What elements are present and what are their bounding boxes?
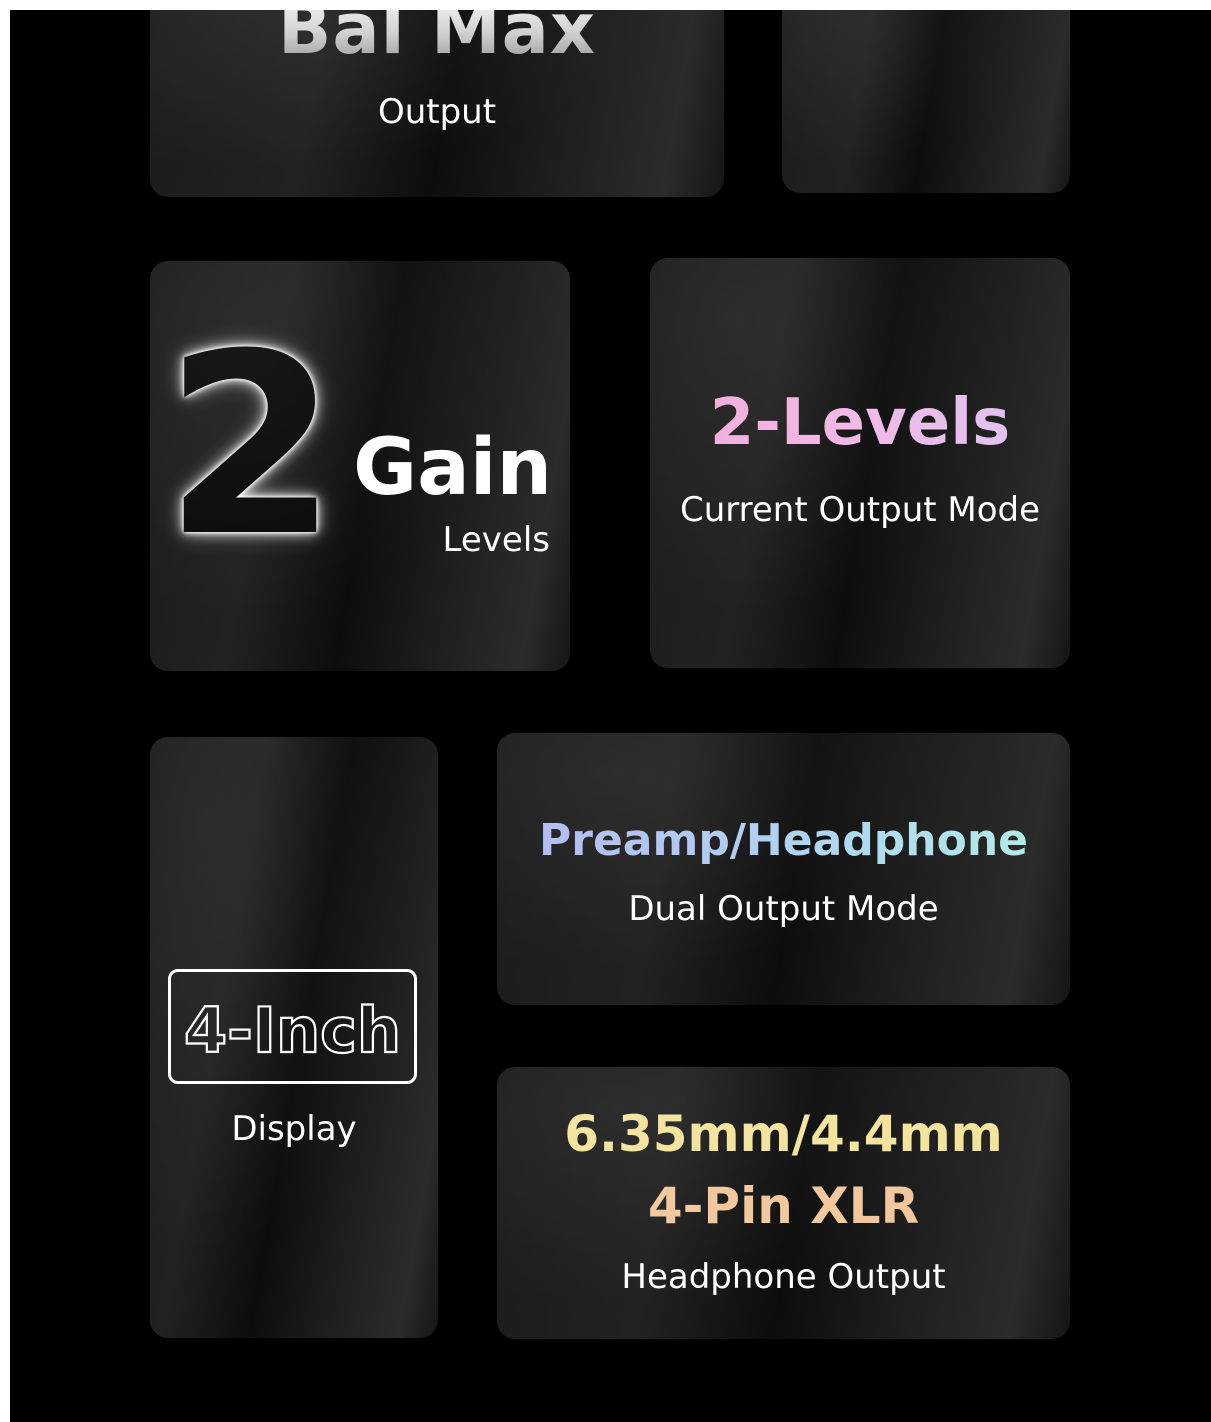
headphone-jack-sizes: 6.35mm/4.4mm (564, 1105, 1003, 1163)
display-subtitle: Display (231, 1109, 357, 1149)
dual-mode-subtitle: Dual Output Mode (628, 889, 939, 929)
headphone-xlr: 4-Pin XLR (647, 1177, 920, 1235)
bal-max-title: Bal Max (150, 10, 724, 70)
gain-title: Gain (353, 423, 552, 513)
current-mode-subtitle: Current Output Mode (679, 490, 1041, 530)
current-output-mode-card: 2-Levels Current Output Mode (650, 258, 1070, 668)
display-title-box: 4-Inch (168, 969, 417, 1084)
display-card: 4-Inch Display (150, 737, 438, 1338)
headphone-output-subtitle: Headphone Output (621, 1257, 946, 1297)
headphone-output-card: 6.35mm/4.4mm 4-Pin XLR Headphone Output (497, 1067, 1070, 1339)
gain-levels-card: 2 Gain Levels (150, 261, 570, 671)
gain-subtitle: Levels (442, 520, 550, 560)
feature-panel: Bal Max Output 2 Gain Levels 2-Levels Cu… (10, 10, 1211, 1422)
bal-max-card: Bal Max Output (150, 10, 724, 197)
partial-card (782, 10, 1070, 193)
display-title: 4-Inch (184, 994, 401, 1067)
dual-mode-title: Preamp/Headphone (497, 815, 1070, 866)
dual-output-mode-card: Preamp/Headphone Dual Output Mode (497, 733, 1070, 1005)
display-title-outline: 4-Inch (183, 993, 402, 1068)
current-mode-title: 2-Levels (650, 386, 1070, 460)
gain-number: 2 (164, 300, 338, 591)
bal-max-subtitle: Output (377, 92, 497, 132)
